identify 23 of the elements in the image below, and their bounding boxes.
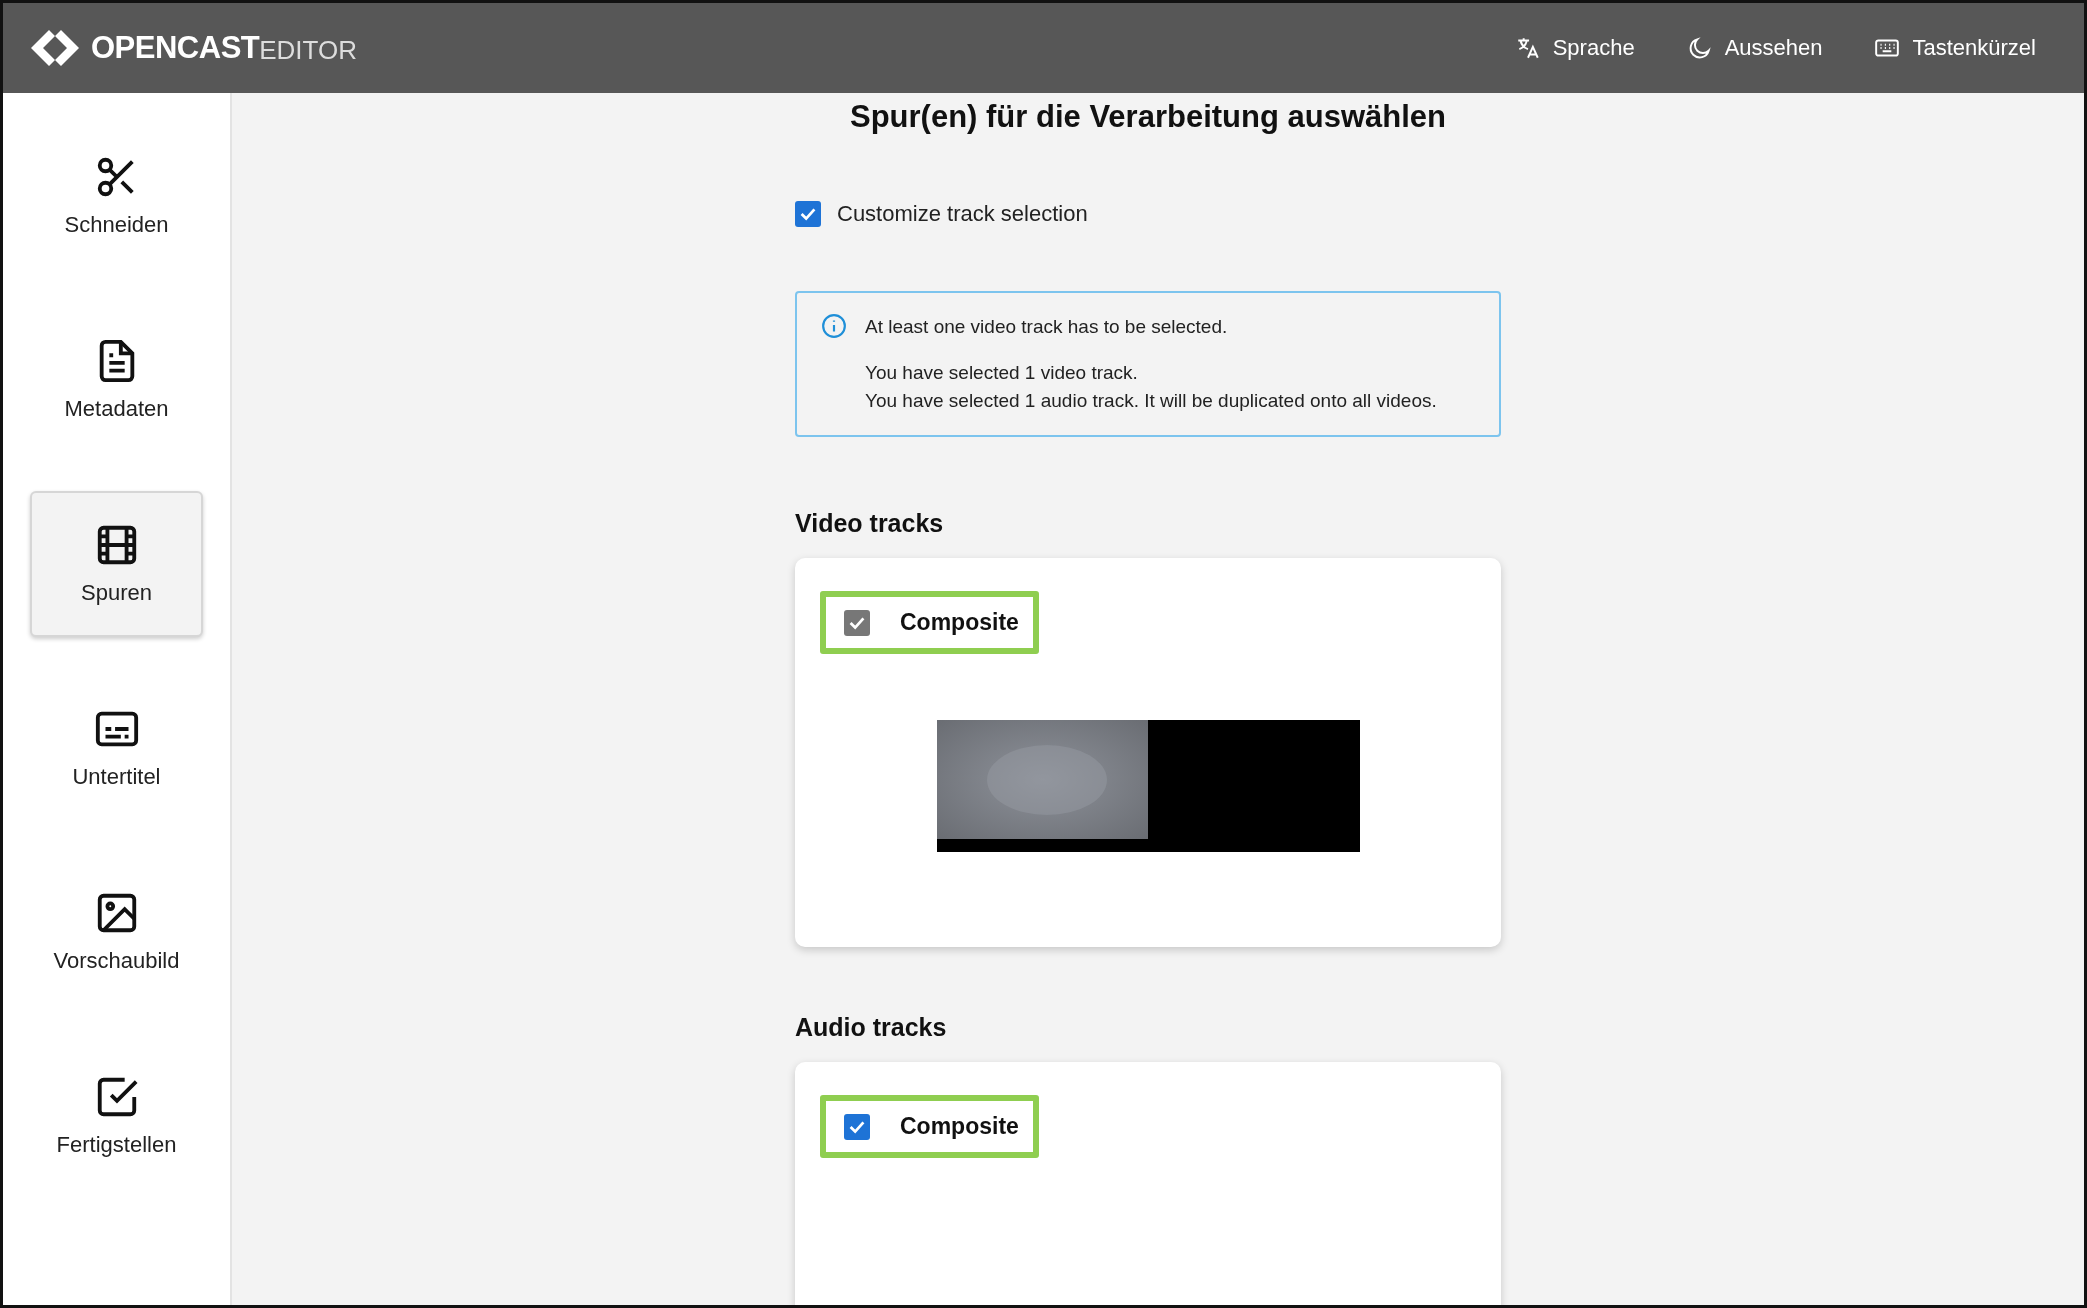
info-message: At least one video track has to be selected.	[865, 315, 1229, 339]
logo-text: OPENCAST	[91, 30, 260, 66]
sidebar-item[interactable]: Spuren	[30, 491, 203, 637]
sidebar-item[interactable]: Fertigstellen	[30, 1043, 203, 1189]
info-detail: You have selected 1 video track.	[865, 361, 1139, 385]
customize-checkbox[interactable]: Customize track selection	[795, 201, 1501, 227]
page-title: Spur(en) für die Verarbeitung auswählen	[849, 99, 1447, 135]
section-heading: Audio tracks	[795, 1013, 948, 1042]
shortcuts-button[interactable]: Tastenkürzel	[1870, 31, 2040, 65]
section-heading: Video tracks	[795, 509, 945, 538]
sidebar-item[interactable]: Vorschaubild	[30, 859, 203, 1005]
info-detail: You have selected 1 audio track. It will be duplicated onto all videos.	[865, 389, 1437, 413]
logo-subtitle: EDITOR	[259, 34, 357, 66]
sidebar-item[interactable]: Untertitel	[30, 675, 203, 821]
sidebar-item[interactable]: Schneiden	[30, 123, 203, 269]
theme-button[interactable]: Aussehen	[1682, 31, 1827, 65]
language-button[interactable]: Sprache	[1510, 31, 1639, 65]
sidebar-item[interactable]: Metadaten	[30, 307, 203, 453]
logo-icon	[29, 28, 81, 68]
info-icon	[821, 313, 847, 339]
track-checkbox[interactable]: Composite	[820, 1095, 1039, 1158]
checkbox[interactable]	[795, 201, 821, 227]
checkbox[interactable]	[844, 1113, 870, 1140]
